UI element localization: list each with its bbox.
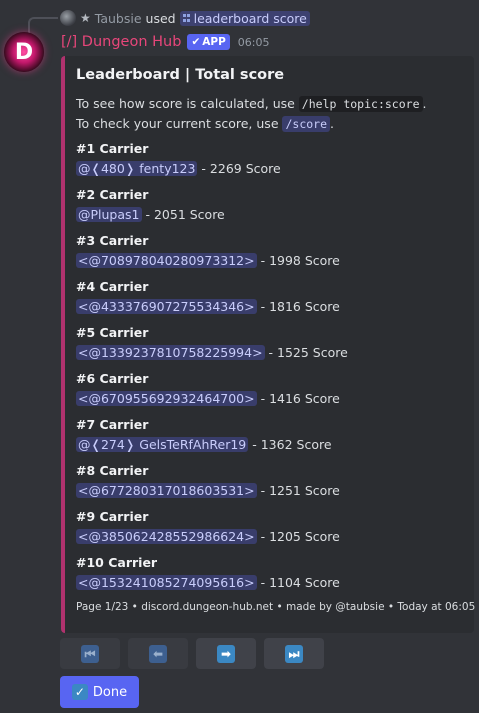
entry-rank: #8 Carrier [76,463,149,478]
next-page-button[interactable]: ➡ [196,638,256,669]
embed-footer: Page 1/23 • discord.dungeon-hub.net • ma… [76,601,476,613]
embed-description: To see how score is calculated, use /hel… [76,94,462,134]
author-name[interactable]: [/] Dungeon Hub [61,34,181,50]
star-icon: ★ [80,11,91,25]
user-mention[interactable]: @❬480❭ fenty123 [76,161,198,176]
leaderboard-entry: #9 Carrier <@385062428552986624> - 1205 … [76,506,462,552]
entry-rank: #1 Carrier [76,141,149,156]
entry-score: - 1816 Score [256,299,340,314]
description-text: . [330,116,335,131]
entry-rank: #10 Carrier [76,555,158,570]
leaderboard-embed: Leaderboard | Total score To see how sco… [61,56,476,633]
leaderboard-entry: #2 Carrier @Plupas1 - 2051 Score [76,184,462,230]
user-mention[interactable]: @❬274❭ GelsTeRfAhRer19 [76,437,249,452]
pagination-buttons: ⏮ ⬅ ➡ ⏭ [60,638,324,669]
checkmark-icon: ✔ [191,36,201,48]
description-text: To check your current score, use [76,116,283,131]
leaderboard-entries: #1 Carrier @❬480❭ fenty123 - 2269 Score … [76,138,462,598]
entry-score: - 1416 Score [256,391,340,406]
reply-user-avatar[interactable] [60,10,76,26]
command-label: leaderboard score [193,10,307,26]
entry-score: - 1362 Score [248,437,332,452]
user-mention[interactable]: <@385062428552986624> [76,529,257,544]
entry-score: - 1104 Score [256,575,340,590]
leaderboard-entry: #5 Carrier <@1339237810758225994> - 1525… [76,322,462,368]
entry-rank: #2 Carrier [76,187,149,202]
done-button[interactable]: ✓ Done [60,676,139,708]
previous-page-icon: ⬅ [149,644,167,663]
description-text: . [422,96,427,111]
message-header: [/] Dungeon Hub ✔ APP 06:05 [61,32,270,52]
entry-score: - 1251 Score [256,483,340,498]
first-page-icon: ⏮ [81,644,99,663]
user-mention[interactable]: <@153241085274095616> [76,575,257,590]
last-page-button[interactable]: ⏭ [264,638,324,669]
leaderboard-entry: #8 Carrier <@677280317018603531> - 1251 … [76,460,462,506]
reply-context[interactable]: ★ Taubsie used leaderboard score [60,9,310,27]
last-page-icon: ⏭ [285,644,303,663]
checkmark-icon: ✓ [71,684,88,700]
entry-score: - 2269 Score [197,161,281,176]
user-mention[interactable]: <@708978040280973312> [76,253,257,268]
entry-rank: #5 Carrier [76,325,149,340]
description-line-help: To see how score is calculated, use /hel… [76,94,462,114]
entry-rank: #7 Carrier [76,417,149,432]
entry-score: - 1525 Score [264,345,348,360]
user-mention[interactable]: <@677280317018603531> [76,483,257,498]
description-line-score: To check your current score, use /score. [76,114,462,134]
avatar-letter: D [14,39,34,65]
leaderboard-entry: #6 Carrier <@670955692932464700> - 1416 … [76,368,462,414]
user-mention[interactable]: <@1339237810758225994> [76,345,265,360]
score-command-mention[interactable]: /score [282,116,331,132]
reply-username[interactable]: Taubsie [95,11,142,26]
leaderboard-entry: #10 Carrier <@153241085274095616> - 1104… [76,552,462,598]
entry-rank: #6 Carrier [76,371,149,386]
leaderboard-entry: #4 Carrier <@433376907275534346> - 1816 … [76,276,462,322]
reply-used-text: used [145,10,176,26]
entry-score: - 1205 Score [256,529,340,544]
user-mention[interactable]: <@670955692932464700> [76,391,257,406]
entry-score: - 2051 Score [141,207,225,222]
app-badge: ✔ APP [187,34,230,50]
command-mention[interactable]: leaderboard score [179,10,310,26]
help-command-code: /help topic:score [298,96,423,112]
previous-page-button[interactable]: ⬅ [128,638,188,669]
app-badge-label: APP [202,36,226,48]
embed-title: Leaderboard | Total score [76,67,285,83]
first-page-button[interactable]: ⏮ [60,638,120,669]
message-timestamp[interactable]: 06:05 [238,36,270,49]
bot-avatar[interactable]: D [4,32,44,72]
next-page-icon: ➡ [217,644,235,663]
user-mention[interactable]: @Plupas1 [76,207,142,222]
leaderboard-entry: #3 Carrier <@708978040280973312> - 1998 … [76,230,462,276]
entry-rank: #9 Carrier [76,509,149,524]
slash-command-icon [182,14,191,22]
done-label: Done [92,684,128,700]
leaderboard-entry: #1 Carrier @❬480❭ fenty123 - 2269 Score [76,138,462,184]
entry-rank: #3 Carrier [76,233,149,248]
entry-rank: #4 Carrier [76,279,149,294]
entry-score: - 1998 Score [256,253,340,268]
user-mention[interactable]: <@433376907275534346> [76,299,257,314]
description-text: To see how score is calculated, use [76,96,299,111]
leaderboard-entry: #7 Carrier @❬274❭ GelsTeRfAhRer19 - 1362… [76,414,462,460]
